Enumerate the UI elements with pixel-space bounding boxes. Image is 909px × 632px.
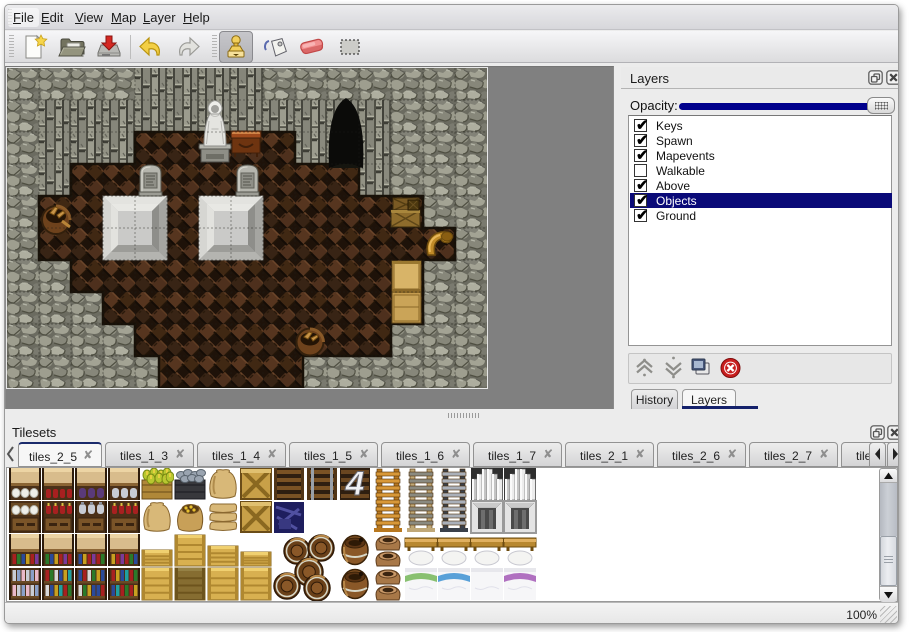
- svg-text:4: 4: [345, 468, 365, 503]
